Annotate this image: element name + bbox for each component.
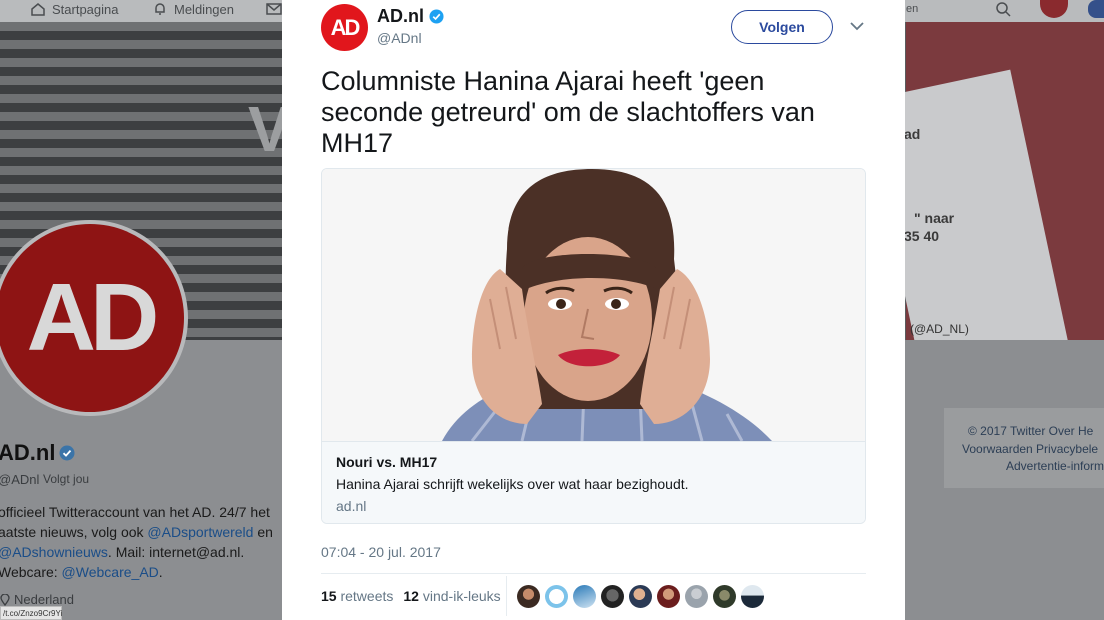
more-options-button[interactable] xyxy=(847,16,867,36)
author-avatar[interactable]: AD xyxy=(321,4,368,51)
likes-stat[interactable]: 12 vind-ik-leuks xyxy=(403,588,500,604)
home-icon xyxy=(31,3,45,16)
profile-bio: officieel Twitteraccount van het AD. 24/… xyxy=(0,504,273,580)
tweet-text: Columniste Hanina Ajarai heeft 'geen sec… xyxy=(321,66,815,158)
nav-home[interactable]: Startpagina xyxy=(30,0,119,18)
browser-status-url: /t.co/Znzo9Cr9Yi xyxy=(0,606,62,620)
verified-icon xyxy=(59,445,75,461)
follow-button[interactable]: Volgen xyxy=(731,10,833,44)
footer-links: © 2017 Twitter Over He Voorwaarden Priva… xyxy=(944,408,1104,488)
profile-avatar-logo: AD xyxy=(26,264,160,371)
card-title: Nouri vs. MH17 xyxy=(336,454,438,470)
nav-notifications-label: Meldingen xyxy=(174,1,234,17)
bell-icon xyxy=(155,3,165,15)
card-photo-portrait xyxy=(322,169,865,441)
profile-handle: @ADnl xyxy=(0,472,40,487)
profile-avatar[interactable]: AD xyxy=(0,220,188,416)
liker-avatar[interactable] xyxy=(657,585,680,608)
nav-messages[interactable] xyxy=(266,0,282,18)
liker-avatar[interactable] xyxy=(713,585,736,608)
nav-home-label: Startpagina xyxy=(52,1,119,17)
author-handle[interactable]: @ADnl xyxy=(377,30,422,46)
tweet-button-nav[interactable] xyxy=(1088,0,1104,18)
bio-link-adsportwereld[interactable]: @ADsportwereld xyxy=(147,524,253,540)
bio-link-adshownieuws[interactable]: @ADshownieuws xyxy=(0,544,108,560)
follows-you-badge: Volgt jou xyxy=(43,472,90,486)
card-body[interactable]: Nouri vs. MH17 Hanina Ajarai schrijft we… xyxy=(322,441,865,523)
liker-avatar[interactable] xyxy=(517,585,540,608)
divider xyxy=(321,573,866,574)
verified-icon xyxy=(429,9,444,24)
stats-separator xyxy=(506,576,507,616)
chevron-down-icon xyxy=(850,21,864,30)
liker-avatar[interactable] xyxy=(545,585,568,608)
liker-avatar[interactable] xyxy=(601,585,624,608)
card-image[interactable] xyxy=(322,169,865,441)
retweets-stat[interactable]: 15 retweets xyxy=(321,588,393,604)
location-icon xyxy=(0,593,10,606)
user-avatar-nav[interactable] xyxy=(1040,0,1068,18)
search-icon xyxy=(996,2,1011,17)
mail-icon xyxy=(266,3,282,15)
profile-location: Nederland xyxy=(0,592,74,607)
author-name[interactable]: AD.nl xyxy=(377,6,444,27)
link-card[interactable]: Nouri vs. MH17 Hanina Ajarai schrijft we… xyxy=(321,168,866,524)
tweet-stats: 15 retweets 12 vind-ik-leuks xyxy=(321,588,501,604)
nav-notifications[interactable]: Meldingen xyxy=(152,0,234,18)
liker-avatar[interactable] xyxy=(629,585,652,608)
card-domain: ad.nl xyxy=(336,498,367,514)
bio-link-webcare[interactable]: @Webcare_AD xyxy=(62,564,159,580)
search-button[interactable] xyxy=(995,0,1011,18)
author-avatar-logo: AD xyxy=(330,14,361,40)
profile-name: AD.nl xyxy=(0,440,75,466)
liker-avatar[interactable] xyxy=(573,585,596,608)
liker-avatars xyxy=(517,585,764,608)
tweet-timestamp[interactable]: 07:04 - 20 jul. 2017 xyxy=(321,544,441,560)
search-field-fragment[interactable]: en xyxy=(906,0,918,18)
liker-avatar[interactable] xyxy=(685,585,708,608)
card-description: Hanina Ajarai schrijft wekelijks over wa… xyxy=(336,476,689,492)
liker-avatar[interactable] xyxy=(741,585,764,608)
